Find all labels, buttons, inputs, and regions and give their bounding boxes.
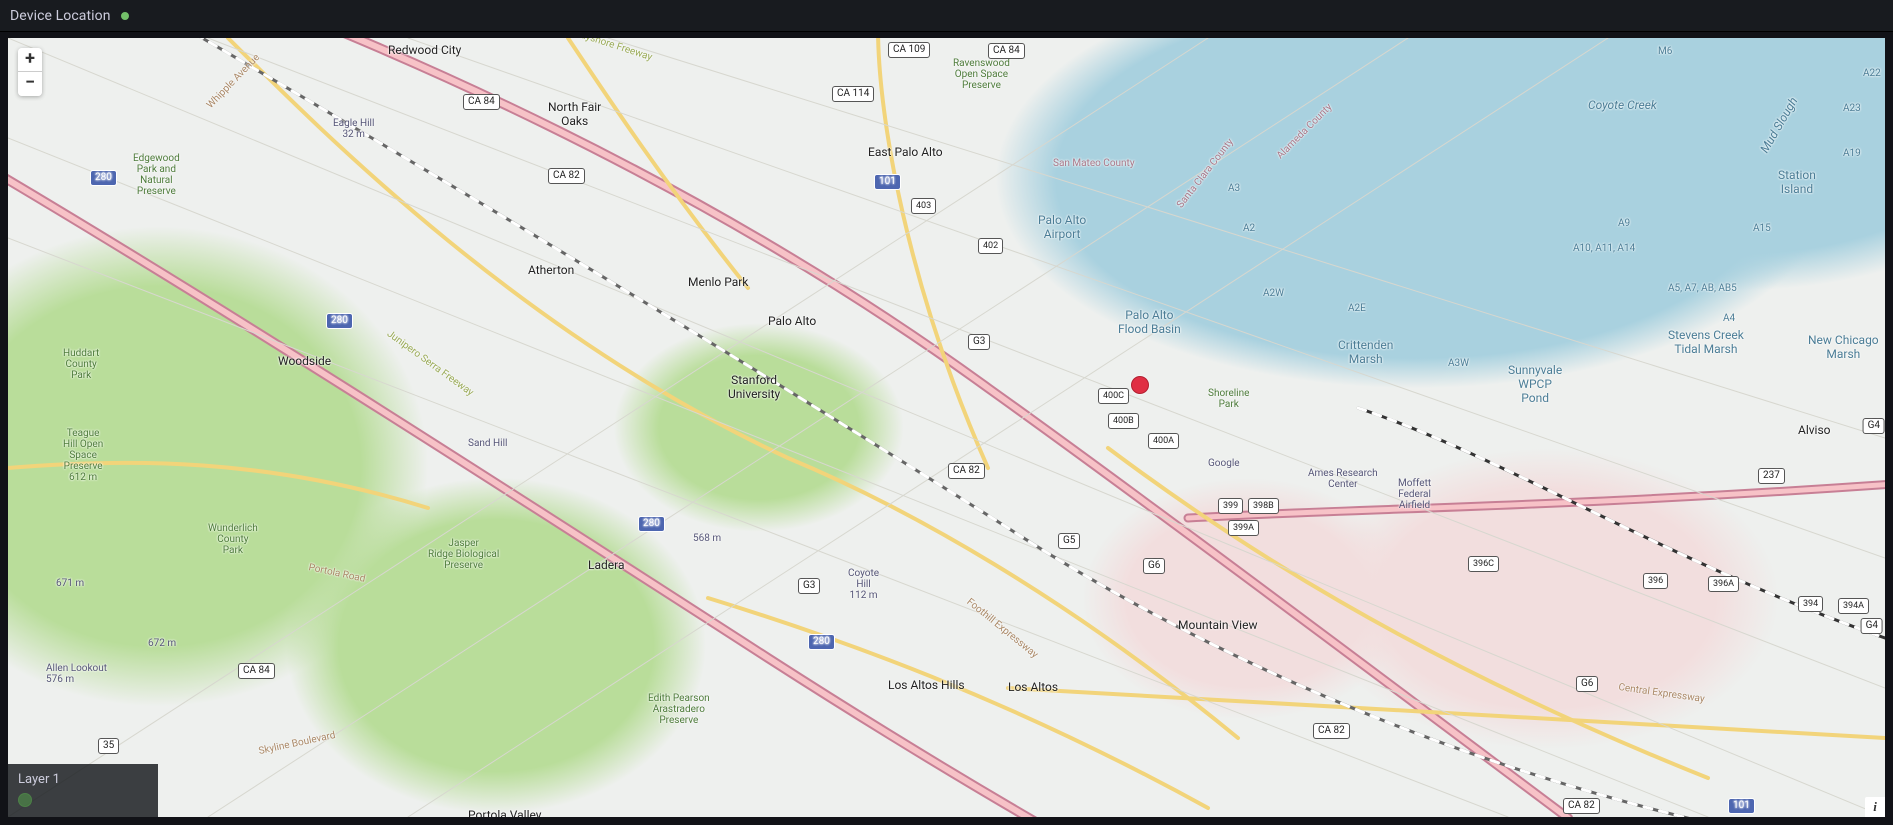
panel-title: Device Location xyxy=(10,8,111,24)
zoom-control: + − xyxy=(18,48,42,96)
map-viewport[interactable]: Redwood City North FairOaks Atherton Men… xyxy=(8,38,1885,817)
map-roads-layer xyxy=(8,38,1885,817)
attribution-button[interactable]: i xyxy=(1865,797,1885,817)
zoom-out-button[interactable]: − xyxy=(18,72,42,96)
panel-header[interactable]: Device Location xyxy=(0,0,1893,32)
panel-root: Device Location xyxy=(0,0,1893,825)
map-legend[interactable]: Layer 1 xyxy=(8,764,158,817)
status-indicator-icon xyxy=(121,12,129,20)
legend-swatch-icon xyxy=(18,793,32,807)
legend-title: Layer 1 xyxy=(18,772,148,787)
device-location-marker-icon[interactable] xyxy=(1131,376,1149,394)
zoom-in-button[interactable]: + xyxy=(18,48,42,72)
